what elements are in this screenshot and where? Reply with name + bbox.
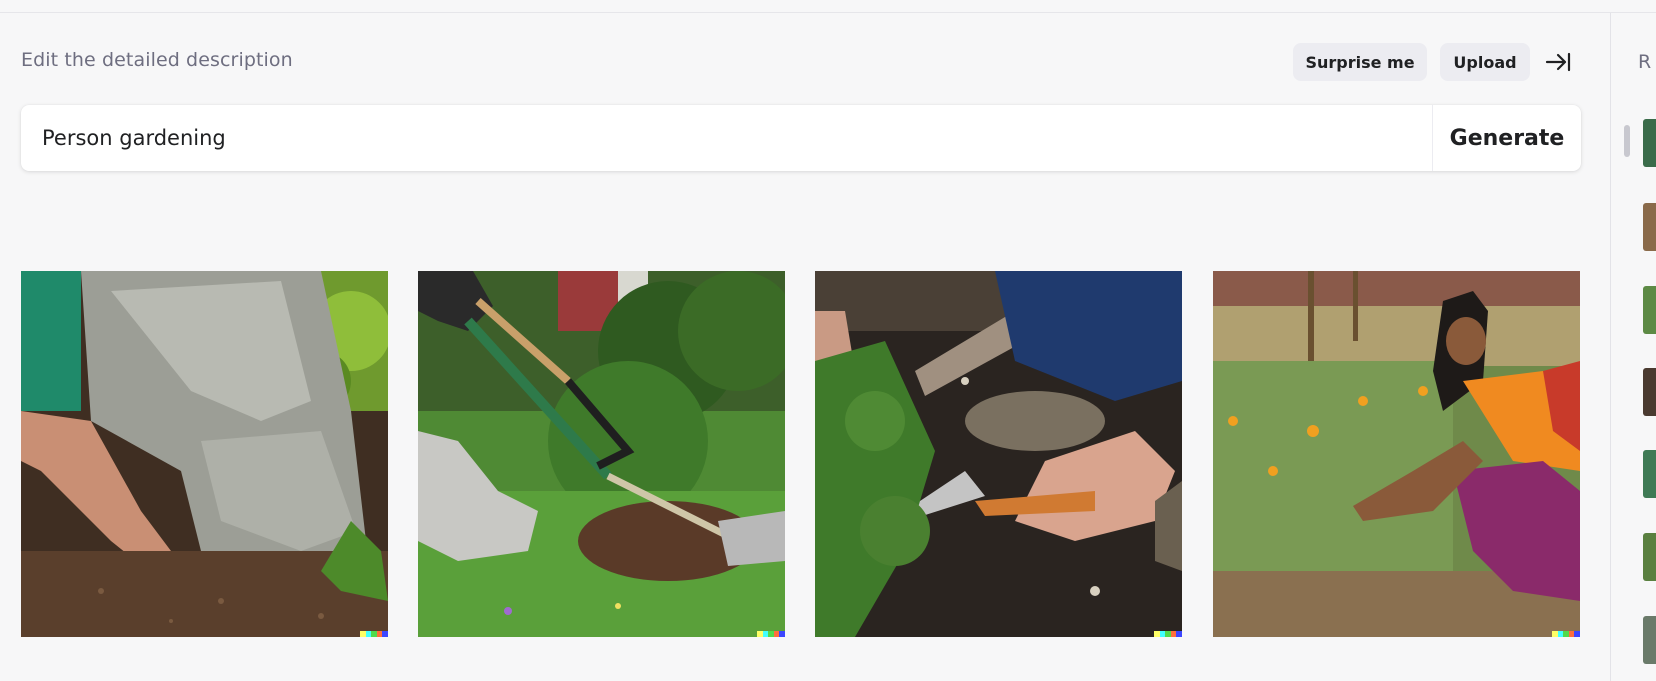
editor-panel: Edit the detailed description Surprise m… [0, 13, 1610, 681]
signature-mark [1154, 631, 1182, 637]
signature-swatch [382, 631, 388, 637]
signature-mark [1552, 631, 1580, 637]
top-bar [0, 0, 1656, 13]
sidebar-heading: R [1638, 51, 1652, 73]
signature-swatch [1176, 631, 1182, 637]
history-thumbnail[interactable] [1643, 368, 1656, 416]
history-thumbnail[interactable] [1643, 203, 1656, 251]
history-thumbnail[interactable] [1643, 119, 1656, 167]
result-image-4[interactable] [1213, 271, 1580, 637]
result-image-3[interactable] [815, 271, 1182, 637]
signature-mark [360, 631, 388, 637]
prompt-input[interactable] [21, 105, 1432, 171]
history-thumbnail[interactable] [1643, 450, 1656, 498]
collapse-sidebar-icon[interactable] [1544, 50, 1572, 74]
history-thumbnail[interactable] [1643, 286, 1656, 334]
signature-swatch [1574, 631, 1580, 637]
result-image-1[interactable] [21, 271, 388, 637]
editor-heading: Edit the detailed description [21, 49, 293, 71]
history-thumbnail[interactable] [1643, 616, 1656, 664]
generate-button[interactable]: Generate [1432, 105, 1581, 171]
recent-sidebar: R [1610, 13, 1656, 681]
surprise-me-button[interactable]: Surprise me [1293, 43, 1427, 81]
upload-button[interactable]: Upload [1440, 43, 1530, 81]
signature-mark [757, 631, 785, 637]
history-thumbnail[interactable] [1643, 533, 1656, 581]
sidebar-scrollbar[interactable] [1624, 125, 1630, 157]
signature-swatch [779, 631, 785, 637]
result-image-2[interactable] [418, 271, 785, 637]
prompt-bar: Generate [21, 105, 1581, 171]
